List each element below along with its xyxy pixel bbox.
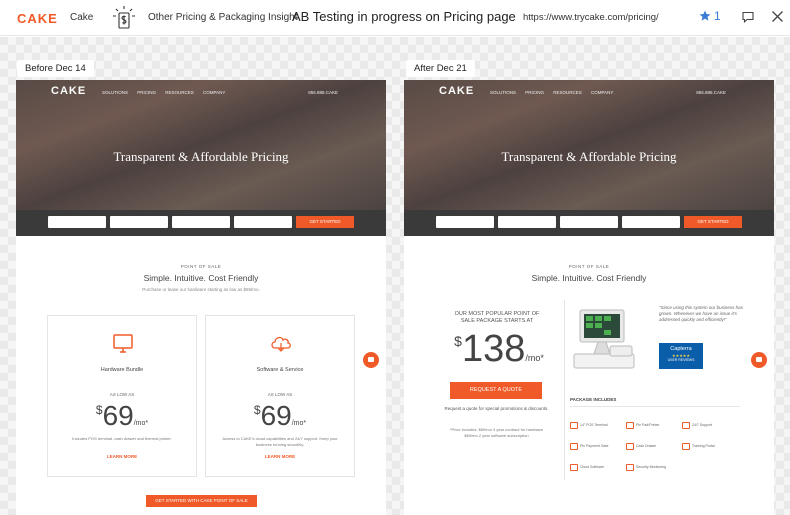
package-headline: OUR MOST POPULAR POINT OF SALE PACKAGE S… xyxy=(454,311,540,324)
card-description: Access to CAKE's cloud capabilities and … xyxy=(222,436,338,447)
feature-item: Security Monitoring xyxy=(626,462,676,472)
feature-item: Pin Payment Gate xyxy=(570,441,620,451)
feature-icon xyxy=(626,421,634,429)
section-subtitle: Purchase or lease our hardware starting … xyxy=(142,287,260,292)
learn-more-link: LEARN MORE xyxy=(264,454,296,459)
hardware-card: Hardware Bundle AS LOW AS $69/mo* Includ… xyxy=(47,315,197,477)
section-kicker: POINT OF SALE xyxy=(568,264,610,269)
form-field xyxy=(498,216,556,228)
star-icon xyxy=(699,10,711,21)
feature-icon xyxy=(570,421,578,429)
card-price: $69/mo* xyxy=(95,400,149,431)
card-as-low-as: AS LOW AS xyxy=(109,392,135,397)
dollar-doc-icon xyxy=(113,6,135,29)
request-quote-button: REQUEST A QUOTE xyxy=(450,382,542,399)
top-bar: CAKE Cake Other Pricing & Packaging Insi… xyxy=(0,0,790,36)
category-label[interactable]: Other Pricing & Packaging Insight xyxy=(148,12,298,23)
card-price: $69/mo* xyxy=(253,400,307,431)
hero-phone: 855.888.CAKE xyxy=(308,90,338,95)
hero-phone: 855.888.CAKE xyxy=(696,90,726,95)
hero-title: Transparent & Affordable Pricing xyxy=(501,149,677,164)
software-card: Software & Service AS LOW AS $69/mo* Acc… xyxy=(205,315,355,477)
after-screenshot[interactable]: CAKE SOLUTIONS PRICING RESOURCES COMPANY… xyxy=(404,80,774,515)
card-as-low-as: AS LOW AS xyxy=(267,392,293,397)
pos-terminal-image xyxy=(573,309,635,369)
price-includes: *Price includes: $69/mo 3 year contract … xyxy=(449,427,544,438)
hero-image: CAKE SOLUTIONS PRICING RESOURCES COMPANY… xyxy=(404,80,774,236)
get-started-button: GET STARTED xyxy=(684,216,742,228)
brand-name[interactable]: Cake xyxy=(70,12,93,23)
brand-logo[interactable]: CAKE xyxy=(17,11,58,26)
lead-form: GET STARTED xyxy=(404,210,774,236)
capterra-badge: Capterra ★★★★★ USER REVIEWS xyxy=(659,343,703,369)
get-started-button: GET STARTED xyxy=(296,216,354,228)
feature-icon xyxy=(570,463,578,471)
quote-note: Request a quote for special promotions &… xyxy=(444,406,549,411)
after-tag: After Dec 21 xyxy=(406,60,475,77)
learn-more-link: LEARN MORE xyxy=(106,454,138,459)
feature-item: Pin Pad/Printer xyxy=(626,420,676,430)
feature-item: 14" POS Terminal xyxy=(570,420,620,430)
lead-form: GET STARTED xyxy=(16,210,386,236)
testimonial-quote: "Since using this system our business ha… xyxy=(659,305,743,322)
hero-image: CAKE SOLUTIONS PRICING RESOURCES COMPANY… xyxy=(16,80,386,236)
chat-bubble-icon[interactable] xyxy=(751,352,767,368)
get-started-pos-button: GET STARTED WITH CAKE POINT OF SALE xyxy=(146,495,257,507)
chat-bubble-icon[interactable] xyxy=(363,352,379,368)
card-title: Hardware Bundle xyxy=(100,367,144,373)
hero-logo: CAKE xyxy=(439,85,475,97)
feature-item: 24/7 Support xyxy=(682,420,732,430)
card-title: Software & Service xyxy=(256,367,304,373)
feature-icon xyxy=(626,463,634,471)
package-includes-label: PACKAGE INCLUDES xyxy=(570,397,617,402)
before-screenshot[interactable]: CAKE SOLUTIONS PRICING RESOURCES COMPANY… xyxy=(16,80,386,515)
form-field xyxy=(436,216,494,228)
cloud-icon xyxy=(271,336,291,352)
form-field xyxy=(560,216,618,228)
before-tag: Before Dec 14 xyxy=(17,60,94,77)
feature-item: Cash Drawer xyxy=(626,441,676,451)
star-count: 1 xyxy=(714,9,721,23)
hero-nav: SOLUTIONS PRICING RESOURCES COMPANY xyxy=(102,90,226,95)
form-field xyxy=(172,216,230,228)
hero-title: Transparent & Affordable Pricing xyxy=(113,149,289,164)
feature-item: Training Portal xyxy=(682,441,732,451)
feature-icon xyxy=(682,421,690,429)
comment-icon[interactable] xyxy=(742,11,754,23)
monitor-icon xyxy=(113,334,133,353)
form-field xyxy=(48,216,106,228)
card-description: Includes POS terminal, cash drawer and t… xyxy=(72,436,172,441)
feature-item: Cloud Software xyxy=(570,462,620,472)
form-field xyxy=(622,216,680,228)
section-kicker: POINT OF SALE xyxy=(180,264,222,269)
section-title: Simple. Intuitive. Cost Friendly xyxy=(531,273,647,283)
close-icon[interactable] xyxy=(771,10,784,23)
form-field xyxy=(234,216,292,228)
package-rule xyxy=(570,406,740,407)
page-url[interactable]: https://www.trycake.com/pricing/ xyxy=(523,12,659,23)
package-price: $138/mo* xyxy=(454,328,544,370)
feature-icon xyxy=(626,442,634,450)
feature-icon xyxy=(570,442,578,450)
hero-logo: CAKE xyxy=(51,85,87,97)
hero-nav: SOLUTIONS PRICING RESOURCES COMPANY xyxy=(490,90,614,95)
page-title: AB Testing in progress on Pricing page xyxy=(292,9,516,24)
form-field xyxy=(110,216,168,228)
star-button[interactable]: 1 xyxy=(699,9,721,23)
section-title: Simple. Intuitive. Cost Friendly xyxy=(143,273,259,283)
feature-icon xyxy=(682,442,690,450)
divider xyxy=(564,300,565,480)
